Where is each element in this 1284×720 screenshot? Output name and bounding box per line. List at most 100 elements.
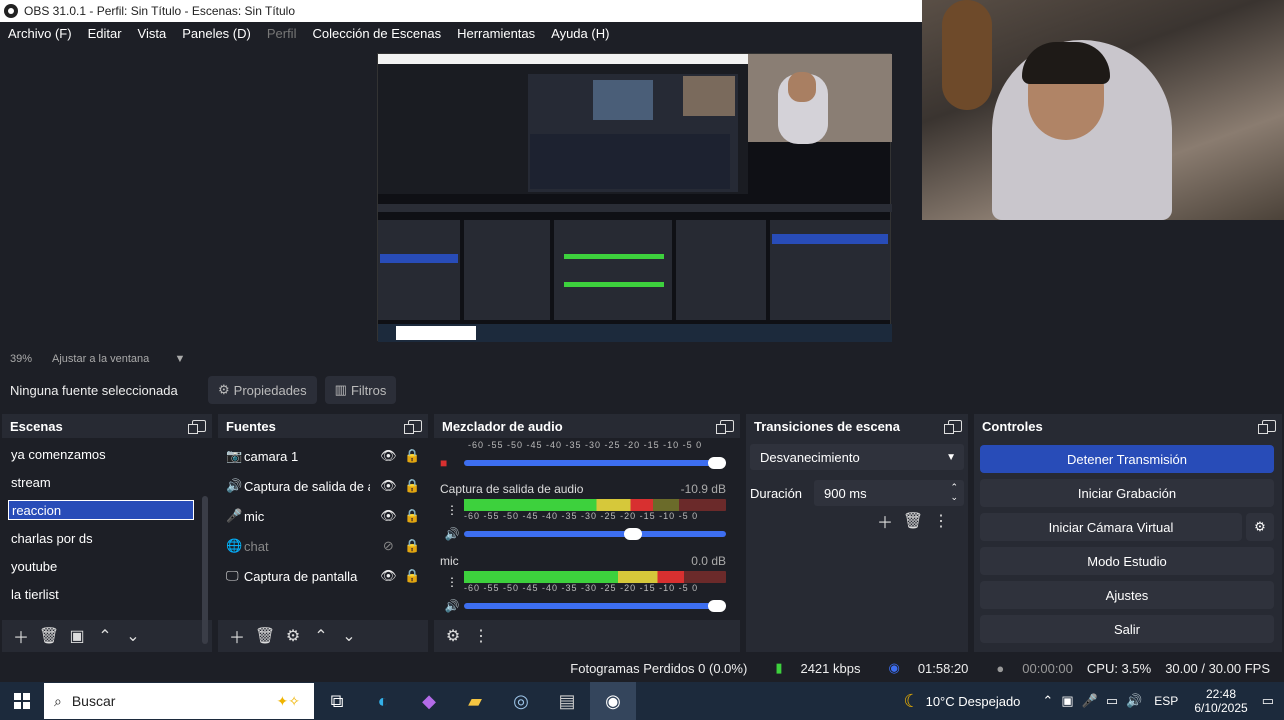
menu-vista[interactable]: Vista: [130, 26, 175, 41]
properties-button[interactable]: ⚙ Propiedades: [208, 376, 317, 404]
windows-start-icon[interactable]: [0, 682, 44, 720]
speaker-icon[interactable]: 🔊: [440, 599, 464, 613]
file-explorer-icon[interactable]: ▰: [452, 682, 498, 720]
source-row[interactable]: 🖵 Captura de pantalla 👁 🔒: [226, 564, 422, 588]
scene-item[interactable]: charlas por ds: [8, 528, 194, 548]
monitor-icon: 🖵: [226, 568, 239, 583]
menu-editar[interactable]: Editar: [80, 26, 130, 41]
speaker-icon[interactable]: 🔊: [440, 527, 464, 541]
meter-ticks: -60 -55 -50 -45 -40 -35 -30 -25 -20 -15 …: [464, 511, 699, 521]
add-scene-icon[interactable]: ＋: [8, 625, 34, 647]
clock[interactable]: 22:48 6/10/2025: [1194, 687, 1247, 715]
studio-mode-button[interactable]: Modo Estudio: [980, 547, 1274, 575]
notifications-icon[interactable]: ▭: [1262, 693, 1274, 709]
scene-preview[interactable]: [377, 53, 892, 342]
scene-item-selected[interactable]: reaccion: [8, 500, 194, 520]
advanced-audio-gear-icon[interactable]: ⚙: [440, 625, 466, 647]
lock-icon[interactable]: 🔒: [402, 508, 422, 524]
trash-icon[interactable]: 🗑: [900, 510, 926, 532]
visibility-eye-icon[interactable]: 👁: [378, 568, 398, 584]
lock-icon[interactable]: 🔒: [402, 538, 422, 554]
lock-icon[interactable]: 🔒: [402, 448, 422, 464]
undock-icon[interactable]: [716, 420, 734, 434]
scene-filters-icon[interactable]: ▣: [64, 625, 90, 647]
visibility-hidden-icon[interactable]: ⊘: [378, 538, 398, 554]
microphone-tray-icon[interactable]: 🎤: [1082, 693, 1098, 709]
virtual-camera-settings-gear-icon[interactable]: ⚙: [1246, 513, 1274, 541]
source-row[interactable]: 🎤 mic 👁 🔒: [226, 504, 422, 528]
volume-slider[interactable]: [464, 528, 726, 540]
undock-icon[interactable]: [1258, 420, 1276, 434]
audio-level-fill: [464, 499, 653, 511]
move-down-icon[interactable]: ⌄: [120, 625, 146, 647]
filters-button[interactable]: ▥ Filtros: [324, 376, 397, 404]
mute-icon[interactable]: ■: [440, 456, 464, 470]
menu-herramientas[interactable]: Herramientas: [449, 26, 543, 41]
network-icon[interactable]: ▭: [1106, 693, 1118, 709]
start-virtual-camera-button[interactable]: Iniciar Cámara Virtual: [980, 513, 1242, 541]
duration-spinbox[interactable]: 900 ms ⌃ ⌄: [814, 480, 964, 506]
volume-knob[interactable]: [624, 528, 643, 540]
menu-coleccion-escenas[interactable]: Colección de Escenas: [304, 26, 449, 41]
gear-icon[interactable]: ⚙: [280, 625, 306, 647]
volume-slider[interactable]: [464, 457, 726, 469]
weather-text[interactable]: 10°C Despejado: [926, 694, 1021, 709]
trash-icon[interactable]: 🗑: [36, 625, 62, 647]
mixer-title: Mezclador de audio: [442, 418, 563, 434]
steam-icon[interactable]: ◎: [498, 682, 544, 720]
menu-ayuda[interactable]: Ayuda (H): [543, 26, 617, 41]
language-indicator[interactable]: ESP: [1154, 694, 1178, 708]
stop-streaming-button[interactable]: Detener Transmisión: [980, 445, 1274, 473]
edge-browser-icon[interactable]: ◐: [360, 682, 406, 720]
undock-icon[interactable]: [188, 420, 206, 434]
no-source-selected-label: Ninguna fuente seleccionada: [10, 382, 178, 398]
visibility-eye-icon[interactable]: 👁: [378, 508, 398, 524]
system-tray: ☾ 10°C Despejado ⌃ ▣ 🎤 ▭ 🔊 ESP 22:48 6/1…: [903, 682, 1284, 720]
kebab-menu-icon[interactable]: ⋮: [440, 503, 464, 517]
source-row-hidden[interactable]: 🌐 chat ⊘ 🔒: [226, 534, 422, 558]
app-window-icon[interactable]: ▤: [544, 682, 590, 720]
tray-app-icon[interactable]: ▣: [1061, 693, 1073, 709]
obs-taskbar-icon[interactable]: ◉: [590, 682, 636, 720]
start-recording-button[interactable]: Iniciar Grabación: [980, 479, 1274, 507]
transition-select[interactable]: Desvanecimiento ▼: [750, 444, 964, 470]
properties-label: Propiedades: [233, 382, 307, 398]
kebab-menu-icon[interactable]: ⋮: [440, 575, 464, 589]
scene-item[interactable]: la tierlist: [8, 584, 194, 604]
volume-slider[interactable]: [464, 600, 726, 612]
source-row[interactable]: 📷 camara 1 👁 🔒: [226, 444, 422, 468]
scene-item[interactable]: youtube: [8, 556, 194, 576]
volume-knob[interactable]: [708, 600, 726, 612]
taskbar-search[interactable]: ⌕ Buscar ✦✧: [44, 683, 314, 719]
trash-icon[interactable]: 🗑: [252, 625, 278, 647]
visibility-eye-icon[interactable]: 👁: [378, 478, 398, 494]
settings-button[interactable]: Ajustes: [980, 581, 1274, 609]
exit-button[interactable]: Salir: [980, 615, 1274, 643]
undock-icon[interactable]: [944, 420, 962, 434]
source-row[interactable]: 🔊 Captura de salida de audio 👁 🔒: [226, 474, 422, 498]
menu-paneles[interactable]: Paneles (D): [174, 26, 259, 41]
fit-window-dropdown[interactable]: Ajustar a la ventana ▼: [42, 353, 185, 365]
add-source-icon[interactable]: ＋: [224, 625, 250, 647]
menu-archivo[interactable]: Archivo (F): [0, 26, 80, 41]
spin-arrows-icon[interactable]: ⌃ ⌄: [950, 482, 958, 502]
visibility-eye-icon[interactable]: 👁: [378, 448, 398, 464]
scene-item[interactable]: stream: [8, 472, 194, 492]
lock-icon[interactable]: 🔒: [402, 568, 422, 584]
copilot-icon[interactable]: ◆: [406, 682, 452, 720]
lock-icon[interactable]: 🔒: [402, 478, 422, 494]
scene-item[interactable]: ya comenzamos: [8, 444, 194, 464]
status-bar: Fotogramas Perdidos 0 (0.0%) ▮ 2421 kbps …: [0, 654, 1284, 682]
weather-moon-icon: ☾: [903, 690, 920, 711]
volume-icon[interactable]: 🔊: [1126, 693, 1142, 709]
kebab-menu-icon[interactable]: ⋮: [468, 625, 494, 647]
undock-icon[interactable]: [404, 420, 422, 434]
tray-chevron-up-icon[interactable]: ⌃: [1042, 693, 1053, 709]
move-up-icon[interactable]: ⌃: [92, 625, 118, 647]
task-view-icon[interactable]: ⧉: [314, 682, 360, 720]
menu-perfil[interactable]: Perfil: [259, 26, 305, 41]
move-up-icon[interactable]: ⌃: [308, 625, 334, 647]
add-transition-icon[interactable]: ＋: [872, 510, 898, 532]
kebab-menu-icon[interactable]: ⋮: [928, 510, 954, 532]
move-down-icon[interactable]: ⌄: [336, 625, 362, 647]
